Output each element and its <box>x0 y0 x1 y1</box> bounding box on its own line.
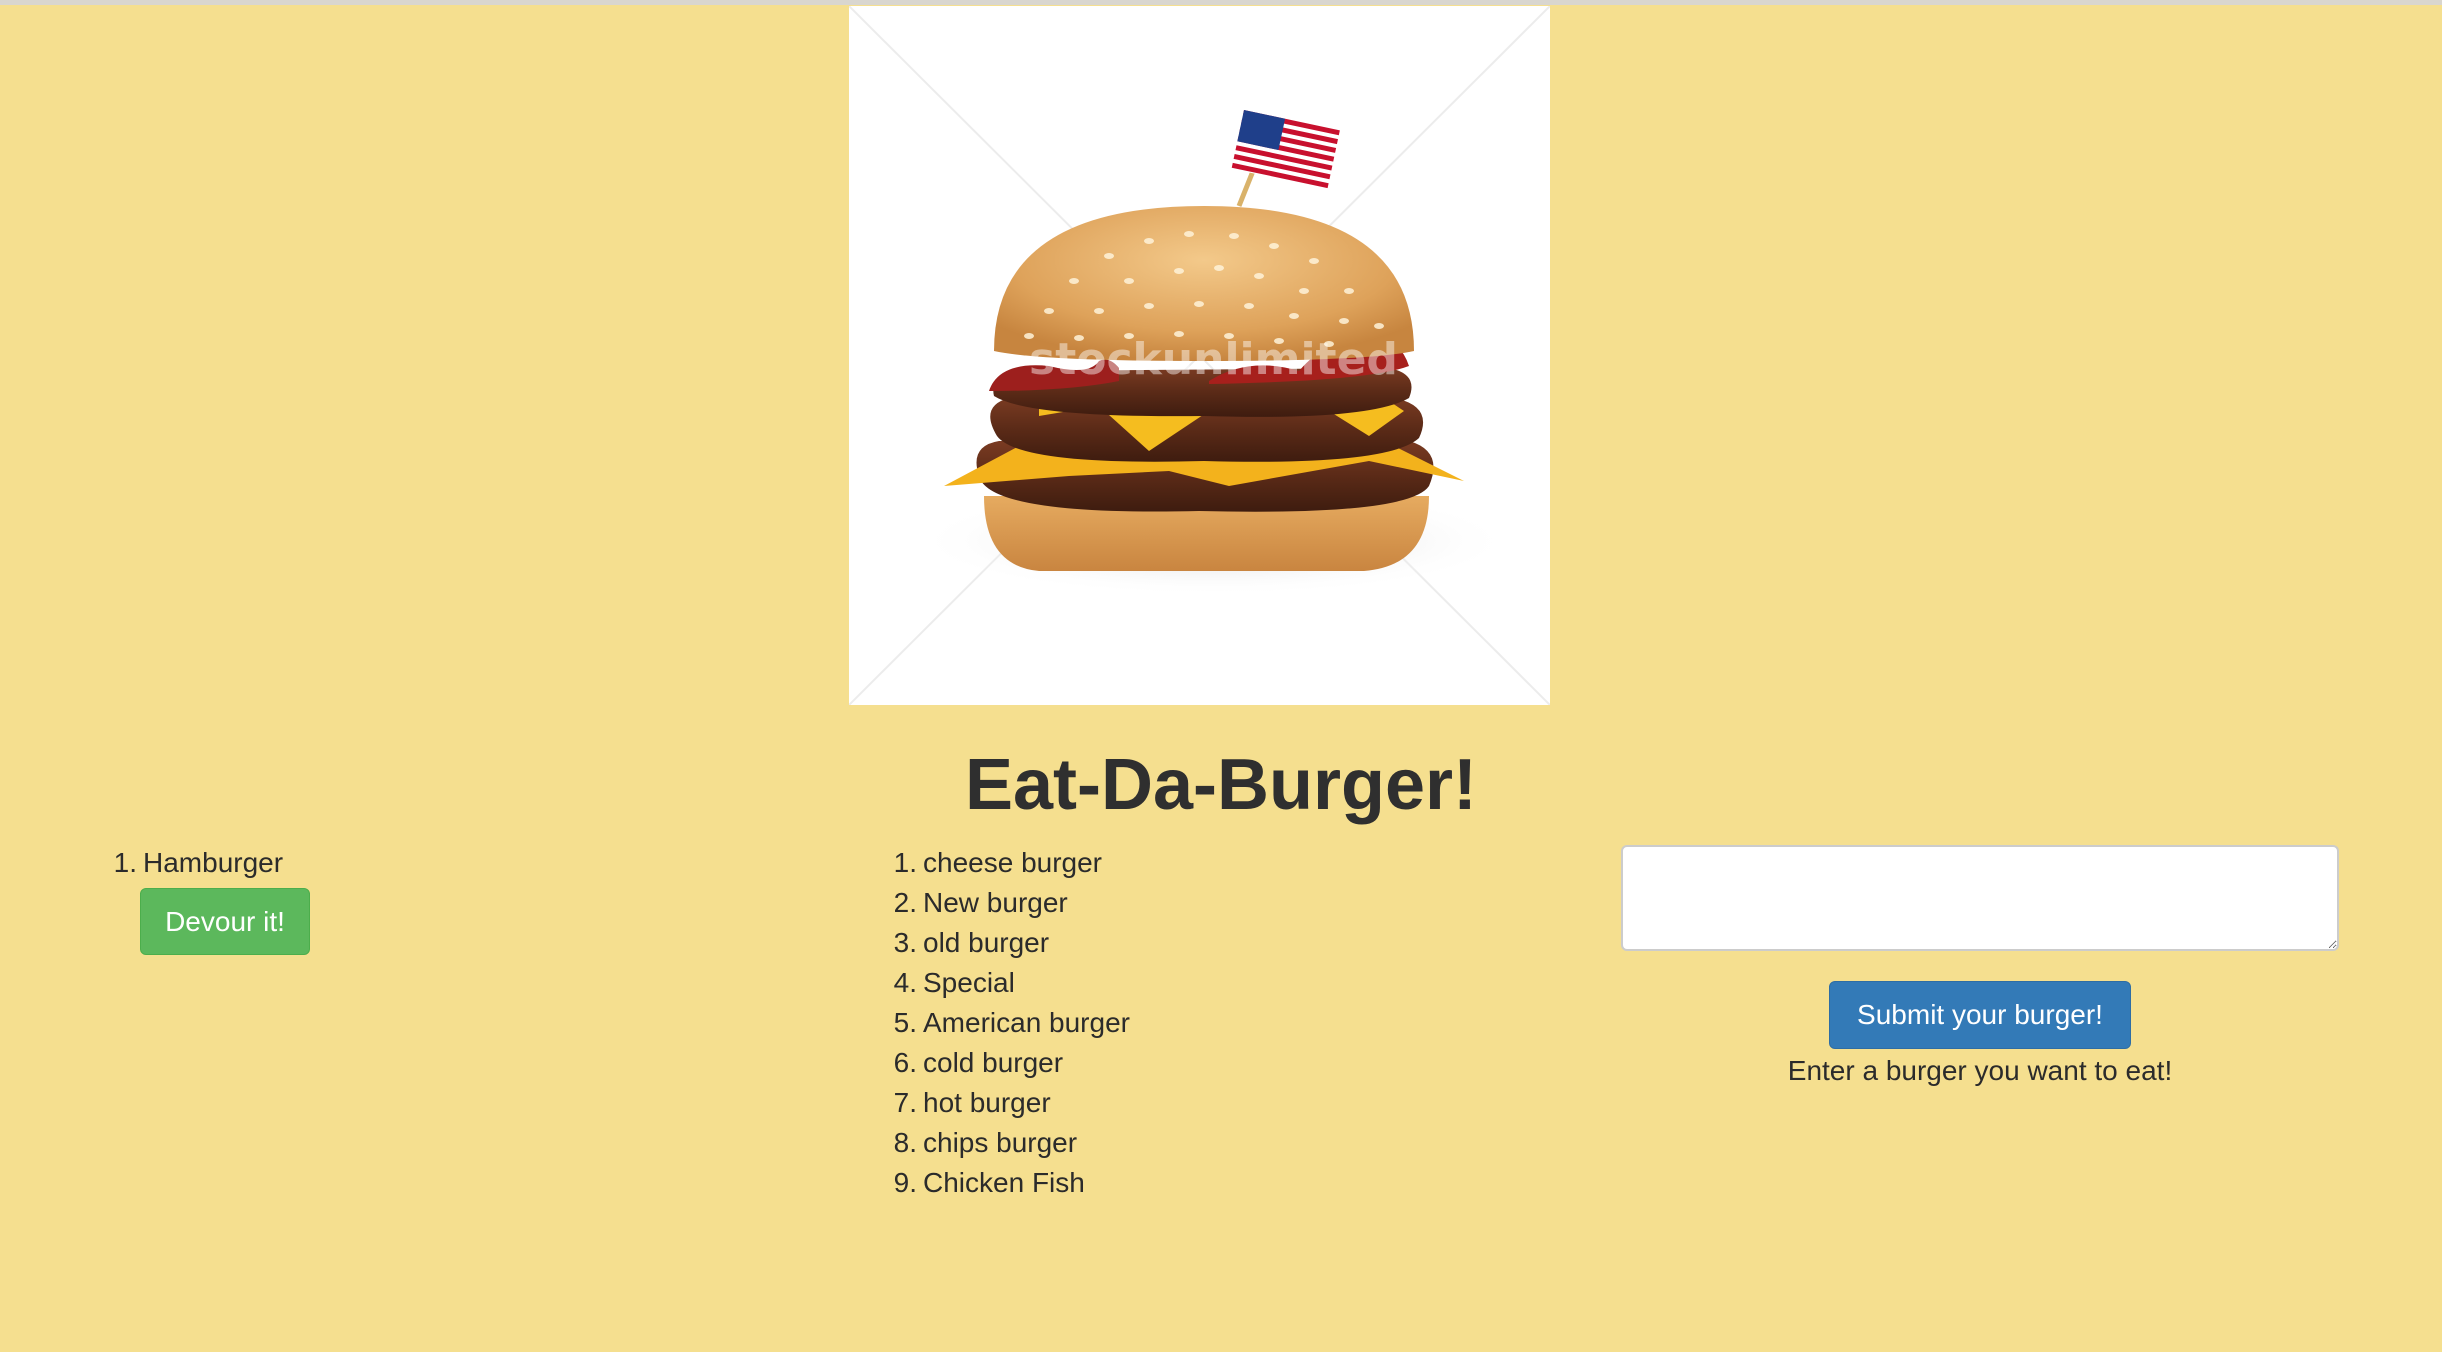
list-item-number: 1. <box>893 847 917 878</box>
list-item-devoured-4: 5. American burger <box>883 1003 1130 1043</box>
burger-form: Submit your burger! Enter a burger you w… <box>1621 845 2339 1091</box>
list-item-devoured-5: 6. cold burger <box>883 1043 1130 1083</box>
form-helper-text: Enter a burger you want to eat! <box>1787 1055 2173 1086</box>
list-item-number: 3. <box>893 927 917 958</box>
list-item-number: 8. <box>893 1127 917 1158</box>
uneaten-burger-list: 1. Hamburger Devour it! <box>103 843 310 955</box>
devoured-burger-list: 1. cheese burger 2. New burger 3. old burge… <box>883 843 1130 1203</box>
burger-name: Hamburger <box>143 847 284 878</box>
list-item-number: 4. <box>893 967 917 998</box>
image-watermark: stockunlimited <box>1029 334 1398 385</box>
list-item-number: 5. <box>893 1007 917 1038</box>
burger-name: old burger <box>923 927 1050 958</box>
list-item-number: 2. <box>893 887 917 918</box>
list-item-uneaten-0: 1. Hamburger Devour it! <box>103 843 310 955</box>
burger-name-input[interactable] <box>1621 845 2339 951</box>
burger-name: American burger <box>923 1007 1130 1038</box>
list-item-devoured-3: 4. Special <box>883 963 1130 1003</box>
burger-name: cheese burger <box>923 847 1103 878</box>
list-item-devoured-0: 1. cheese burger <box>883 843 1130 883</box>
burger-name: Special <box>923 967 1015 998</box>
list-item-devoured-2: 3. old burger <box>883 923 1130 963</box>
list-item-number: 9. <box>893 1167 917 1198</box>
list-item-number: 1. <box>113 847 137 878</box>
top-border <box>0 0 2442 5</box>
burger-name: Chicken Fish <box>923 1167 1085 1198</box>
list-item-number: 6. <box>893 1047 917 1078</box>
list-item-devoured-6: 7. hot burger <box>883 1083 1130 1123</box>
burger-name: New burger <box>923 887 1068 918</box>
list-item-devoured-7: 8. chips burger <box>883 1123 1130 1163</box>
submit-burger-button[interactable]: Submit your burger! <box>1829 981 2131 1049</box>
list-item-devoured-8: 9. Chicken Fish <box>883 1163 1130 1203</box>
burger-name: hot burger <box>923 1087 1051 1118</box>
page-title: Eat-Da-Burger! <box>964 745 1478 825</box>
burger-image: stockunlimited <box>849 6 1550 705</box>
devour-button[interactable]: Devour it! <box>140 888 310 955</box>
burger-name: cold burger <box>923 1047 1064 1078</box>
list-item-devoured-1: 2. New burger <box>883 883 1130 923</box>
list-item-number: 7. <box>893 1087 917 1118</box>
burger-name: chips burger <box>923 1127 1078 1158</box>
burger-illustration-icon: stockunlimited <box>849 6 1550 705</box>
